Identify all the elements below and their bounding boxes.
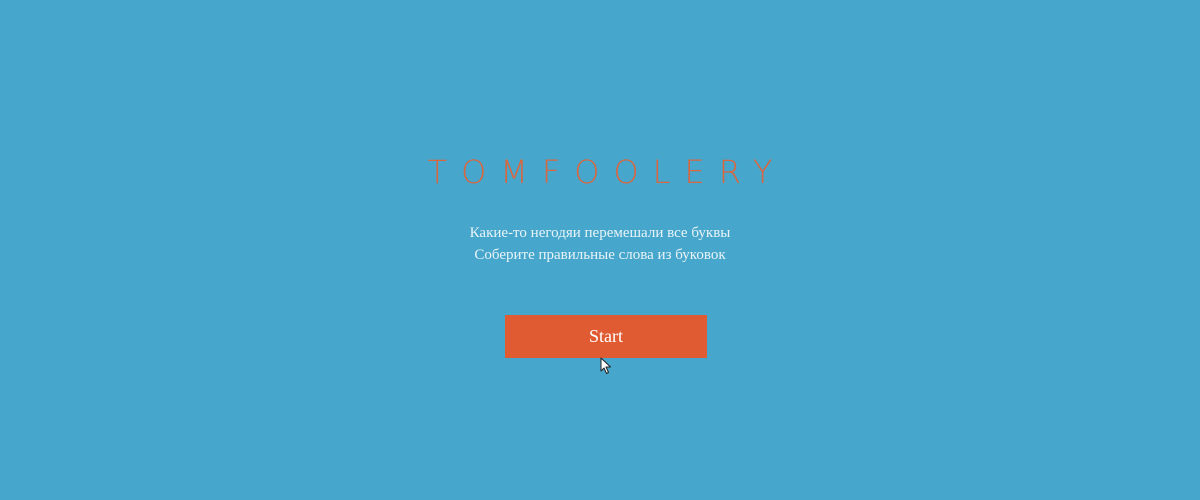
mouse-pointer-icon xyxy=(600,357,611,374)
start-button[interactable]: Start xyxy=(505,315,707,358)
game-description: Какие-то негодяи перемешали все буквы Со… xyxy=(0,222,1200,266)
description-line-2: Соберите правильные слова из буковок xyxy=(474,247,726,263)
start-screen: TOMFOOLERY Какие-то негодяи перемешали в… xyxy=(0,0,1200,500)
game-title: TOMFOOLERY xyxy=(427,153,787,191)
description-line-1: Какие-то негодяи перемешали все буквы xyxy=(469,225,731,241)
